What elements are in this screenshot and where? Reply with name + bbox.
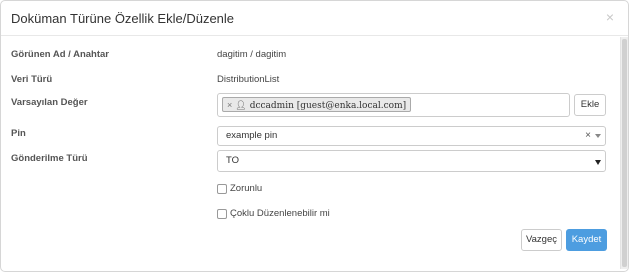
send-type-select[interactable]: TO [217, 150, 606, 172]
clear-icon[interactable]: × [585, 127, 591, 145]
cancel-button[interactable]: Vazgeç [521, 229, 562, 251]
multi-edit-checkbox-label: Çoklu Düzenlenebilir mi [230, 208, 330, 219]
display-name-label: Görünen Ad / Anahtar [11, 49, 109, 60]
send-type-label: Gönderilme Türü [11, 153, 88, 164]
default-value-label: Varsayılan Değer [11, 97, 88, 108]
chevron-down-icon[interactable] [595, 134, 601, 138]
chevron-down-icon[interactable] [595, 160, 601, 165]
required-checkbox-label: Zorunlu [230, 183, 263, 194]
send-type-value: TO [226, 155, 240, 166]
required-checkbox[interactable] [217, 184, 227, 194]
close-icon[interactable]: × [606, 10, 614, 24]
user-tag-label: dccadmin [guest@enka.local.com] [249, 101, 407, 111]
pin-select-value: example pin [226, 130, 278, 141]
scrollbar-thumb[interactable] [622, 39, 627, 267]
user-icon: 👤︎ [235, 101, 247, 111]
pin-select[interactable]: example pin × [217, 126, 606, 146]
add-button[interactable]: Ekle [574, 94, 606, 116]
pin-label: Pin [11, 128, 26, 139]
default-value-picker[interactable]: × 👤︎ dccadmin [guest@enka.local.com] [217, 93, 570, 117]
data-type-value: DistributionList [217, 74, 280, 85]
user-tag: × 👤︎ dccadmin [guest@enka.local.com] [222, 97, 412, 112]
display-name-value: dagitim / dagitim [217, 49, 287, 60]
data-type-label: Veri Türü [11, 74, 53, 85]
tag-remove-icon[interactable]: × [227, 100, 232, 110]
save-button[interactable]: Kaydet [566, 229, 607, 251]
dialog: Doküman Türüne Özellik Ekle/Düzenle × Gö… [0, 0, 629, 272]
dialog-header: Doküman Türüne Özellik Ekle/Düzenle × [1, 1, 628, 36]
dialog-title: Doküman Türüne Özellik Ekle/Düzenle [11, 11, 235, 26]
multi-edit-checkbox[interactable] [217, 209, 227, 219]
